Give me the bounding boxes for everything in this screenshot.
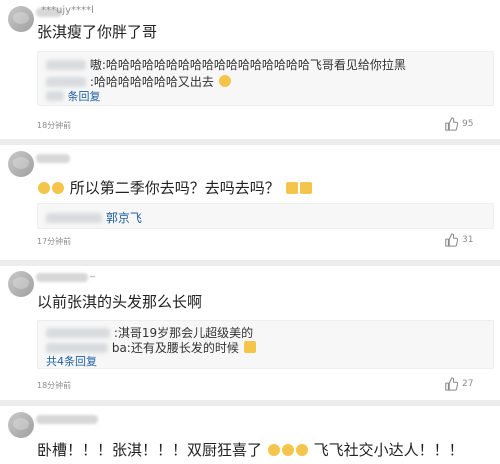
reply-line[interactable]: 郭京飞 bbox=[46, 209, 142, 226]
comment-card: _ 以前张淇的头发那么长啊 :淇哥19岁那会儿超级美的 ba:还有及腰长发的时候… bbox=[0, 266, 500, 400]
like-button[interactable]: 95 bbox=[444, 117, 473, 131]
emoji-icon bbox=[267, 444, 280, 456]
username[interactable]: ***ujy****l bbox=[41, 5, 94, 16]
emoji-icon bbox=[299, 182, 312, 194]
comment-time: 18分钟前 bbox=[37, 381, 72, 390]
avatar[interactable] bbox=[8, 271, 34, 297]
reply-box[interactable]: 郭京飞 bbox=[37, 203, 494, 229]
comment-card: ***ujy****l 张淇瘦了你胖了哥 嗷:哈哈哈哈哈哈哈哈哈哈哈哈哈哈哈哈哈… bbox=[0, 0, 500, 139]
reply-author-blur bbox=[46, 328, 110, 338]
comment-feed: ***ujy****l 张淇瘦了你胖了哥 嗷:哈哈哈哈哈哈哈哈哈哈哈哈哈哈哈哈哈… bbox=[0, 0, 500, 464]
avatar[interactable] bbox=[8, 412, 34, 438]
thumbs-up-icon bbox=[445, 117, 458, 131]
reply-author-blur bbox=[46, 343, 108, 353]
like-button[interactable]: 27 bbox=[444, 377, 473, 391]
emoji-icon bbox=[52, 182, 64, 194]
emoji-icon bbox=[218, 75, 231, 87]
username-blur bbox=[36, 154, 70, 163]
like-count: 31 bbox=[462, 235, 474, 245]
reply-count-blur bbox=[46, 91, 64, 101]
emoji-icon bbox=[285, 182, 298, 194]
like-button[interactable]: 31 bbox=[444, 233, 473, 247]
reply-line[interactable]: 嗷:哈哈哈哈哈哈哈哈哈哈哈哈哈哈哈哈哈飞哥看见给你拉黑 bbox=[46, 56, 406, 73]
comment-text: 所以第二季你去吗？去吗去吗？ bbox=[37, 177, 313, 198]
comment-text: 卧槽！！！张淇！！！双厨狂喜了 飞飞社交小达人！！！ bbox=[37, 441, 464, 459]
emoji-icon bbox=[38, 182, 50, 194]
username-blur bbox=[36, 273, 88, 282]
reply-box[interactable]: :淇哥19岁那会儿超级美的 ba:还有及腰长发的时候 共4条回复 bbox=[37, 320, 494, 369]
username[interactable]: _ bbox=[90, 267, 95, 278]
thumbs-up-icon bbox=[445, 233, 458, 247]
emoji-icon bbox=[295, 444, 308, 456]
emoji-icon bbox=[281, 444, 294, 456]
comment-text: 张淇瘦了你胖了哥 bbox=[37, 23, 158, 41]
comment-card: 所以第二季你去吗？去吗去吗？ 郭京飞 17分钟前 31 bbox=[0, 145, 500, 260]
comment-text: 以前张淇的头发那么长啊 bbox=[37, 293, 203, 311]
like-count: 95 bbox=[462, 119, 474, 129]
reply-box[interactable]: 嗷:哈哈哈哈哈哈哈哈哈哈哈哈哈哈哈哈哈飞哥看见给你拉黑 :哈哈哈哈哈哈哈又出去 … bbox=[37, 51, 494, 106]
avatar[interactable] bbox=[8, 6, 34, 32]
emoji-icon bbox=[243, 341, 256, 353]
comment-card: 卧槽！！！张淇！！！双厨狂喜了 飞飞社交小达人！！！ bbox=[0, 406, 500, 464]
comment-time: 17分钟前 bbox=[37, 237, 72, 246]
reply-author-blur bbox=[46, 60, 86, 70]
avatar[interactable] bbox=[8, 151, 34, 177]
comment-time: 18分钟前 bbox=[37, 121, 72, 130]
reply-author-blur bbox=[46, 77, 86, 87]
more-replies-link[interactable]: 条回复 bbox=[46, 88, 101, 104]
thumbs-up-icon bbox=[445, 377, 458, 391]
like-count: 27 bbox=[462, 379, 474, 389]
username-blur bbox=[36, 415, 98, 424]
reply-author-blur bbox=[46, 213, 102, 223]
more-replies-link[interactable]: 共4条回复 bbox=[46, 353, 97, 369]
